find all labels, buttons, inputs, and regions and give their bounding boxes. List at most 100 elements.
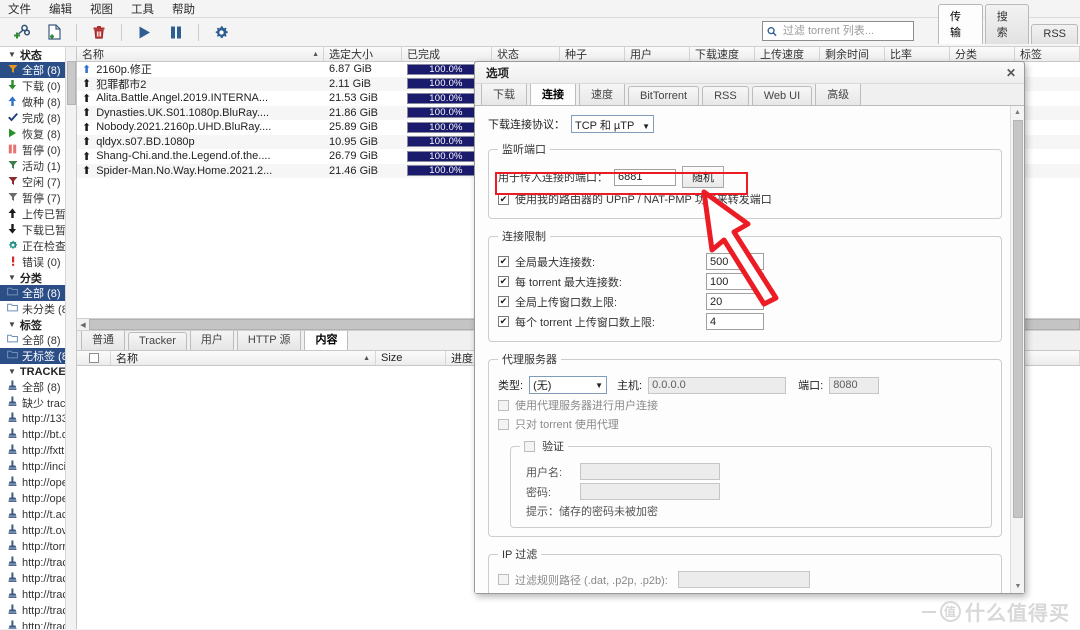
column-header-peers[interactable]: 用户 <box>625 47 690 61</box>
dialog-tab-downloads[interactable]: 下载 <box>481 82 527 105</box>
content-column-size[interactable]: Size <box>376 351 446 365</box>
column-header-done[interactable]: 已完成 <box>402 47 492 61</box>
search-box[interactable] <box>762 21 914 41</box>
menu-item-file[interactable]: 文件 <box>8 1 31 17</box>
dialog-scrollbar-thumb[interactable] <box>1013 120 1023 518</box>
connection-limit-checkbox[interactable] <box>498 276 509 287</box>
close-icon[interactable]: ✕ <box>1006 66 1016 80</box>
scroll-down-icon[interactable]: ▼ <box>1011 580 1024 593</box>
pause-button[interactable] <box>161 20 191 45</box>
tracker-icon <box>7 524 18 538</box>
proxy-auth-legend: 验证 <box>542 441 565 453</box>
sidebar-scrollbar[interactable] <box>65 47 76 629</box>
upnp-checkbox[interactable] <box>498 193 509 205</box>
tracker-icon <box>7 428 18 442</box>
content-select-all-checkbox[interactable] <box>77 351 111 365</box>
sidebar-scrollbar-thumb[interactable] <box>67 61 76 105</box>
torrent-name: 犯罪都市2 <box>96 78 147 91</box>
start-button[interactable] <box>129 20 159 45</box>
bottom-tab-tracker[interactable]: Tracker <box>128 332 187 350</box>
right-tab-bar: 传输 搜索 RSS <box>938 4 1080 44</box>
column-header-eta[interactable]: 剩余时间 <box>820 47 885 61</box>
proxy-port-label: 端口: <box>798 380 824 392</box>
dialog-tab-connection[interactable]: 连接 <box>530 82 576 105</box>
content-column-name[interactable]: 名称 ▲ <box>111 351 376 365</box>
dialog-tab-bittorrent[interactable]: BitTorrent <box>628 86 700 105</box>
bottom-tab-httpsrc[interactable]: HTTP 源 <box>236 328 302 350</box>
column-header-dlspeed[interactable]: 下载速度 <box>690 47 755 61</box>
protocol-select[interactable]: TCP 和 µTP ▼ <box>571 115 655 133</box>
connection-limit-input[interactable] <box>706 313 764 330</box>
connection-limit-input[interactable] <box>706 293 764 310</box>
add-link-button[interactable] <box>7 20 37 45</box>
settings-button[interactable] <box>206 20 236 45</box>
proxy-password-input[interactable] <box>580 483 720 500</box>
column-header-category[interactable]: 分类 <box>950 47 1015 61</box>
column-header-ulspeed[interactable]: 上传速度 <box>755 47 820 61</box>
menu-item-edit[interactable]: 编辑 <box>49 1 72 17</box>
cell-name: ⬆ 犯罪都市2 <box>77 76 324 92</box>
menu-item-tools[interactable]: 工具 <box>131 1 154 17</box>
dialog-scrollbar[interactable]: ▲ ▼ <box>1010 106 1024 593</box>
dialog-tab-webui[interactable]: Web UI <box>751 86 813 105</box>
column-header-seeds[interactable]: 种子 <box>560 47 625 61</box>
proxy-auth-checkbox[interactable] <box>524 441 535 452</box>
proxy-password-hint: 提示：储存的密码未被加密 <box>526 506 658 518</box>
upload-arrow-icon <box>7 95 18 109</box>
bottom-tab-general[interactable]: 普通 <box>81 328 125 350</box>
upload-arrow-icon: ⬆ <box>82 78 92 91</box>
tab-search[interactable]: 搜索 <box>984 4 1030 44</box>
add-file-button[interactable] <box>39 20 69 45</box>
dialog-tab-advanced[interactable]: 高级 <box>815 82 862 105</box>
upload-arrow-icon: ⬆ <box>82 136 92 149</box>
connection-limit-checkbox[interactable] <box>498 316 509 327</box>
torrent-table-header: 名称 ▲ 选定大小 已完成 状态 种子 用户 下载速度 上传速度 剩余时间 比率… <box>77 47 1080 62</box>
menu-item-help[interactable]: 帮助 <box>172 1 195 17</box>
tracker-icon <box>7 492 18 506</box>
random-port-button[interactable]: 随机 <box>682 166 724 188</box>
proxy-username-input[interactable] <box>580 463 720 480</box>
column-header-size[interactable]: 选定大小 <box>324 47 402 61</box>
proxy-username-label: 用户名: <box>526 466 563 479</box>
proxy-host-input[interactable] <box>648 376 787 394</box>
connection-limit-checkbox[interactable] <box>498 256 509 267</box>
filter-path-input[interactable] <box>677 571 810 588</box>
proxy-torrent-only-checkbox[interactable] <box>498 418 509 430</box>
proxy-torrent-only-row[interactable]: 只对 torrent 使用代理 <box>498 416 992 432</box>
bottom-tab-content[interactable]: 内容 <box>304 328 349 350</box>
column-header-tags[interactable]: 标签 <box>1015 47 1080 61</box>
listen-port-group: 监听端口 用于传入连接的端口： 随机 使用我的路由器的 UPnP / NAT-P… <box>488 141 1002 219</box>
column-header-state[interactable]: 状态 <box>492 47 560 61</box>
proxy-type-select[interactable]: (无) ▼ <box>529 376 608 394</box>
scroll-left-icon[interactable]: ◀ <box>77 321 89 329</box>
folder-icon <box>7 303 18 315</box>
filter-path-checkbox[interactable] <box>498 574 509 585</box>
connection-limit-input[interactable] <box>706 253 764 270</box>
proxy-peers-row[interactable]: 使用代理服务器进行用户连接 <box>498 397 992 413</box>
upnp-label: 使用我的路由器的 UPnP / NAT-PMP 功能来转发端口 <box>515 194 772 206</box>
proxy-port-input[interactable] <box>829 376 880 394</box>
tab-rss[interactable]: RSS <box>1031 24 1078 44</box>
toolbar: 传输 搜索 RSS <box>0 4 1080 47</box>
match-tracker-row[interactable]: 匹配 tracker <box>498 591 992 593</box>
delete-button[interactable] <box>84 20 114 45</box>
connection-limit-input[interactable] <box>706 273 764 290</box>
scroll-up-icon[interactable]: ▲ <box>1011 106 1024 119</box>
tab-transfers[interactable]: 传输 <box>938 4 983 44</box>
column-header-ratio[interactable]: 比率 <box>885 47 950 61</box>
proxy-peers-checkbox[interactable] <box>498 399 509 411</box>
upload-arrow-icon: ⬆ <box>82 63 92 76</box>
dialog-tab-rss[interactable]: RSS <box>702 86 749 105</box>
chevron-down-icon: ▼ <box>8 273 16 282</box>
sort-ascending-icon: ▲ <box>363 354 370 362</box>
column-header-name[interactable]: 名称 ▲ <box>77 47 324 61</box>
connection-limit-checkbox[interactable] <box>498 296 509 307</box>
dialog-tab-speed[interactable]: 速度 <box>579 82 625 105</box>
search-input[interactable] <box>780 24 909 38</box>
delete-icon <box>93 26 105 39</box>
menu-item-view[interactable]: 视图 <box>90 1 113 17</box>
toolbar-separator <box>121 23 122 41</box>
upnp-row[interactable]: 使用我的路由器的 UPnP / NAT-PMP 功能来转发端口 <box>498 191 992 207</box>
listen-port-input[interactable] <box>614 168 676 186</box>
bottom-tab-peers[interactable]: 用户 <box>189 328 234 350</box>
